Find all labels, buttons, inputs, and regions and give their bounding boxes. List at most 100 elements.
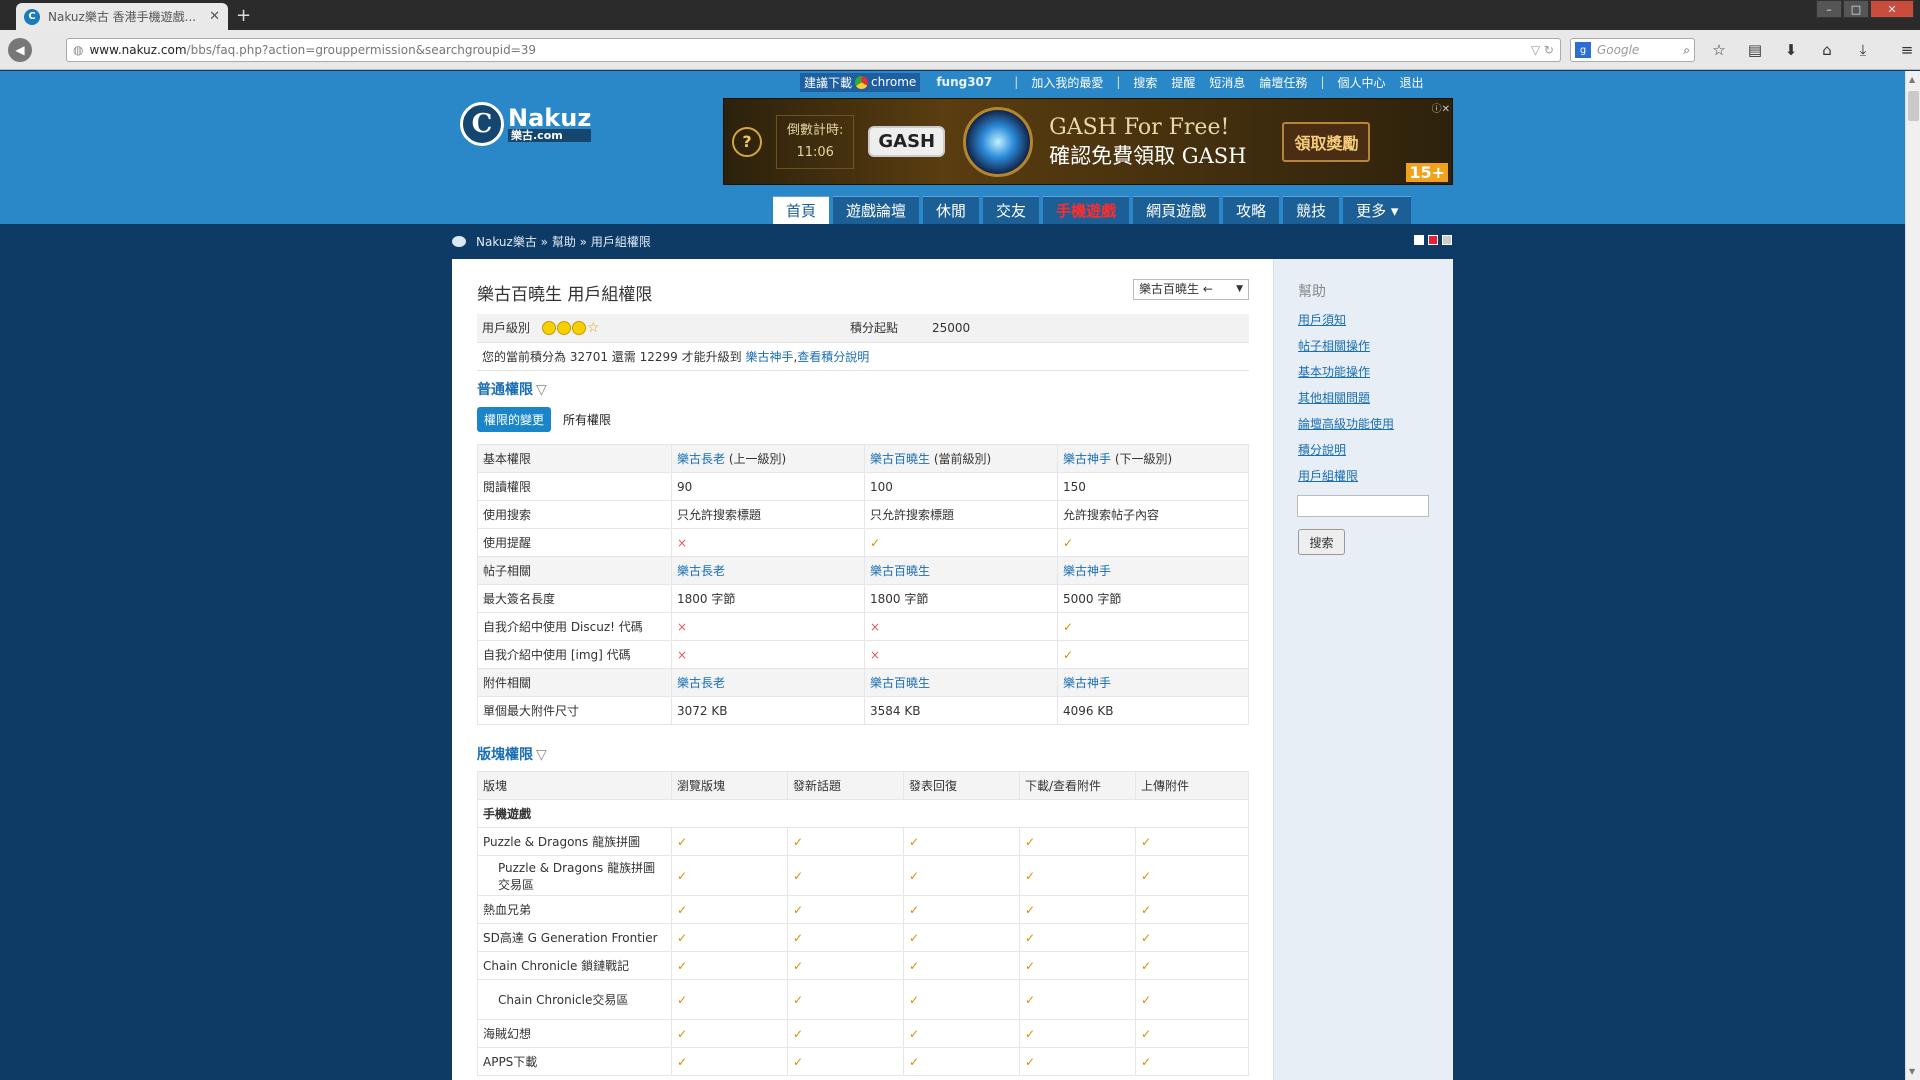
crumb-help[interactable]: 幫助 [552, 233, 576, 250]
address-bar[interactable]: ◍ www.nakuz.com /bbs/faq.php?action=grou… [66, 38, 1561, 62]
tab-all-permissions[interactable]: 所有權限 [563, 411, 611, 428]
nav-esports[interactable]: 競技 [1283, 196, 1340, 224]
pm-link[interactable]: 短消息 [1209, 74, 1245, 91]
table-row: 單個最大附件尺寸 3072 KB 3584 KB 4096 KB [477, 696, 1249, 725]
page-scrollbar[interactable]: ▲ ▼ [1905, 71, 1920, 1080]
forum-name-link[interactable]: SD高達 G Generation Frontier [477, 923, 672, 952]
nav-home[interactable]: 首頁 [773, 196, 830, 224]
close-tab-icon[interactable]: ✕ [209, 9, 220, 24]
general-permissions-heading[interactable]: 普通權限 ▽ [477, 379, 547, 399]
toolbar-icons: ☆ ▤ ⬇ ⌂ ⤓ ≡ [1705, 38, 1920, 62]
tab-title: Nakuz樂古 香港手機遊戲... [48, 10, 197, 24]
help-search-button[interactable]: 搜索 [1298, 529, 1345, 555]
claim-reward-button[interactable]: 領取獎勵 [1282, 121, 1371, 162]
check-icon: ✓ [1019, 979, 1136, 1020]
user-toolbar: 建議下載 chrome fung307 | 加入我的最愛 | 搜索 提醒 短消息… [800, 72, 1431, 92]
forum-permissions-heading[interactable]: 版塊權限 ▽ [477, 744, 547, 764]
site-logo[interactable]: C Nakuz 樂古.com [460, 98, 595, 150]
nav-guides[interactable]: 攻略 [1223, 196, 1280, 224]
scroll-up-icon[interactable]: ▲ [1909, 75, 1915, 84]
download-icon[interactable]: ⬇ [1777, 38, 1805, 62]
check-icon: ✓ [903, 923, 1020, 952]
forum-name-link[interactable]: 熱血兄弟 [477, 895, 672, 924]
next-group-link[interactable]: 樂古神手 [745, 350, 793, 364]
check-icon: ✓ [1135, 923, 1249, 952]
nav-game-forum[interactable]: 遊戲論壇 [833, 196, 920, 224]
reload-icon[interactable]: ▽ ↻ [1531, 43, 1554, 57]
next-group-link[interactable]: 樂古神手 [1057, 668, 1249, 697]
current-group-link[interactable]: 樂古百曉生 [864, 668, 1058, 697]
ad-close-icon[interactable]: ⓘ✕ [1432, 100, 1450, 115]
search-link[interactable]: 搜索 [1133, 74, 1157, 91]
crumb-home[interactable]: Nakuz樂古 [476, 233, 537, 250]
window-close-icon[interactable]: ✕ [1870, 0, 1914, 18]
theme-red-button[interactable] [1428, 235, 1438, 245]
theme-white-button[interactable] [1414, 235, 1424, 245]
check-icon: ✓ [671, 979, 788, 1020]
gash-banner-ad[interactable]: ? 倒數計時: 11:06 GASH GASH For Free! 確認免費領取… [723, 98, 1453, 185]
search-icon[interactable]: ⌕ [1683, 43, 1690, 58]
tab-changed-permissions[interactable]: 權限的變更 [477, 407, 552, 432]
list-item: 積分說明 [1298, 441, 1453, 458]
current-group-link[interactable]: 樂古百曉生 [864, 556, 1058, 585]
table-row: 使用搜索 只允許搜索標題 只允許搜索標題 允許搜索帖子內容 [477, 500, 1249, 529]
chrome-download-link[interactable]: 建議下載 chrome [800, 72, 921, 92]
forum-name-link[interactable]: Chain Chronicle 鎖鏈戰記 [477, 951, 672, 980]
help-link-post-ops[interactable]: 帖子相關操作 [1298, 339, 1370, 353]
nav-mobile-games[interactable]: 手機遊戲 [1043, 196, 1130, 224]
cell: 4096 KB [1057, 696, 1249, 725]
browser-search-box[interactable]: g Google ⌕ [1570, 38, 1695, 62]
save-icon[interactable]: ⤓ [1849, 38, 1877, 62]
help-link-other[interactable]: 其他相關問題 [1298, 391, 1370, 405]
prev-group-link[interactable]: 樂古長老 [671, 668, 865, 697]
notify-link[interactable]: 提醒 [1171, 74, 1195, 91]
nav-social[interactable]: 交友 [983, 196, 1040, 224]
back-icon[interactable]: ◀ [8, 37, 32, 62]
next-group-link[interactable]: 樂古神手 [1063, 452, 1111, 466]
points-explain-link[interactable]: 查看積分說明 [797, 350, 869, 364]
menu-icon[interactable]: ≡ [1893, 38, 1920, 62]
scroll-down-icon[interactable]: ▼ [1909, 1067, 1915, 1076]
browser-tab[interactable]: C Nakuz樂古 香港手機遊戲... ✕ [16, 3, 228, 30]
reading-list-icon[interactable]: ▤ [1741, 38, 1769, 62]
prev-group-link[interactable]: 樂古長老 [671, 556, 865, 585]
chrome-label: chrome [871, 75, 917, 89]
check-icon: ✓ [1135, 895, 1249, 924]
nav-leisure[interactable]: 休閒 [923, 196, 980, 224]
logout-link[interactable]: 退出 [1400, 74, 1424, 91]
bookmark-star-icon[interactable]: ☆ [1705, 38, 1733, 62]
current-group-link[interactable]: 樂古百曉生 [870, 452, 930, 466]
help-link-group-perm[interactable]: 用戶組權限 [1298, 469, 1358, 483]
maximize-icon[interactable]: □ [1843, 0, 1869, 18]
help-link-advanced[interactable]: 論壇高級功能使用 [1298, 417, 1394, 431]
next-group-link[interactable]: 樂古神手 [1057, 556, 1249, 585]
minimize-icon[interactable]: – [1816, 0, 1842, 18]
tasks-link[interactable]: 論壇任務 [1259, 74, 1307, 91]
help-link-user-notice[interactable]: 用戶須知 [1298, 313, 1346, 327]
nav-web-games[interactable]: 網頁遊戲 [1133, 196, 1220, 224]
cross-icon: × [671, 528, 865, 557]
nav-more[interactable]: 更多 ▾ [1343, 196, 1412, 224]
forum-name-link[interactable]: Puzzle & Dragons 龍族拼圖交易區 [477, 855, 672, 896]
help-link-basic-ops[interactable]: 基本功能操作 [1298, 365, 1370, 379]
table-row: 自我介紹中使用 [img] 代碼 × × ✓ [477, 640, 1249, 669]
add-favorite-link[interactable]: 加入我的最愛 [1031, 74, 1103, 91]
new-tab-button[interactable]: + [236, 5, 251, 26]
user-center-link[interactable]: 個人中心 [1337, 74, 1385, 91]
forum-name-link[interactable]: Chain Chronicle交易區 [477, 979, 672, 1020]
check-icon: ✓ [787, 895, 904, 924]
forum-name-link[interactable]: APPS下載 [477, 1047, 672, 1076]
scrollbar-thumb[interactable] [1908, 91, 1919, 121]
prev-group-link[interactable]: 樂古長老 [677, 452, 725, 466]
username-link[interactable]: fung307 [936, 75, 992, 89]
group-select[interactable]: 樂古百曉生 ← ▼ [1133, 279, 1249, 300]
home-icon[interactable]: ⌂ [1813, 38, 1841, 62]
help-link-points[interactable]: 積分說明 [1298, 443, 1346, 457]
forum-name-link[interactable]: Puzzle & Dragons 龍族拼圖 [477, 827, 672, 856]
forum-name-link[interactable]: 海賊幻想 [477, 1019, 672, 1048]
row-label: 自我介紹中使用 Discuz! 代碼 [477, 612, 672, 641]
logo-text: Nakuz 樂古.com [508, 106, 592, 142]
help-search-input[interactable] [1297, 495, 1429, 517]
check-icon: ✓ [671, 855, 788, 896]
theme-grey-button[interactable] [1442, 235, 1452, 245]
